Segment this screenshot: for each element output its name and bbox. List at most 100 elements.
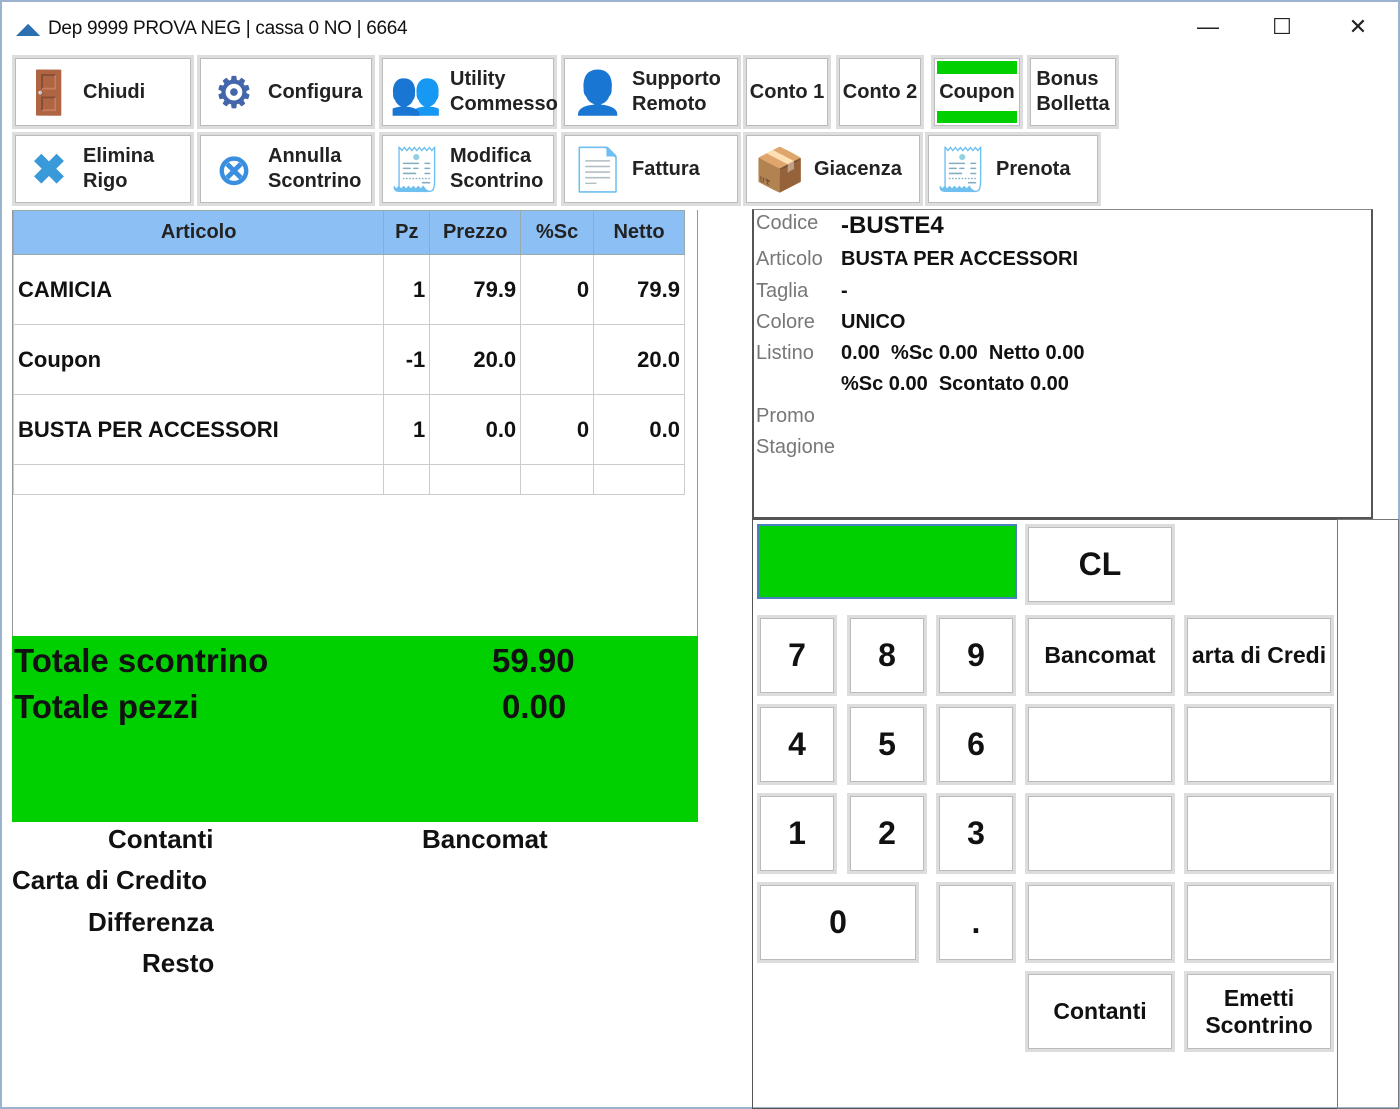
cell-sc bbox=[520, 464, 595, 495]
chiudi-button[interactable]: 🚪 Chiudi bbox=[12, 55, 194, 129]
supporto-label: Supporto Remoto bbox=[632, 68, 721, 115]
articolo-label: Articolo bbox=[756, 248, 823, 270]
cell-netto: 20.0 bbox=[593, 324, 685, 395]
key-k4[interactable]: 4 bbox=[757, 704, 837, 785]
promo-label: Promo bbox=[756, 405, 815, 427]
cancel-circle-icon: ⊗ bbox=[216, 145, 252, 193]
colore-label: Colore bbox=[756, 311, 815, 333]
maximize-button[interactable]: ☐ bbox=[1262, 14, 1302, 40]
col-sc[interactable]: %Sc bbox=[520, 210, 595, 255]
close-button[interactable]: ✕ bbox=[1338, 14, 1378, 40]
coupon-label: Coupon bbox=[939, 80, 1015, 103]
key-k0[interactable]: 0 bbox=[757, 882, 919, 963]
prenota-button[interactable]: 🧾 Prenota bbox=[925, 132, 1101, 206]
key-k3[interactable]: 3 bbox=[936, 793, 1016, 874]
table-row[interactable]: BUSTA PER ACCESSORI 1 0.0 0 0.0 bbox=[12, 394, 685, 465]
key-emetti[interactable]: Emetti Scontrino bbox=[1184, 971, 1334, 1052]
taglia-label: Taglia bbox=[756, 280, 809, 302]
totale-scontrino-label: Totale scontrino bbox=[14, 642, 269, 679]
key-k9[interactable]: 9 bbox=[936, 615, 1016, 696]
app-window: ◢◣ Dep 9999 PROVA NEG | cassa 0 NO | 666… bbox=[0, 0, 1400, 1109]
contanti-label: Contanti bbox=[108, 824, 214, 854]
modifica-button[interactable]: 🧾 Modifica Scontrino bbox=[379, 132, 557, 206]
bonus-button[interactable]: Bonus Bolletta bbox=[1027, 55, 1119, 129]
cell-prezzo bbox=[429, 464, 522, 495]
conto1-label: Conto 1 bbox=[749, 80, 825, 103]
coupon-indicator-bottom bbox=[937, 110, 1017, 123]
key-k2[interactable]: 2 bbox=[847, 793, 927, 874]
col-articolo[interactable]: Articolo bbox=[12, 210, 385, 255]
fattura-label: Fattura bbox=[632, 157, 700, 180]
receipt-icon: 🧾 bbox=[935, 145, 989, 193]
key-dot[interactable]: . bbox=[936, 882, 1016, 963]
conto2-label: Conto 2 bbox=[842, 80, 918, 103]
utility-button[interactable]: 👥 Utility Commesso bbox=[379, 55, 558, 129]
cell-sc bbox=[520, 324, 595, 395]
key-carta[interactable]: arta di Credi bbox=[1184, 615, 1334, 696]
bancomat-label: Bancomat bbox=[422, 824, 548, 854]
giacenza-label: Giacenza bbox=[814, 157, 902, 180]
gear-icon: ⚙ bbox=[215, 68, 253, 116]
articolo-value: BUSTA PER ACCESSORI bbox=[841, 248, 1079, 270]
key-k1[interactable]: 1 bbox=[757, 793, 837, 874]
giacenza-button[interactable]: 📦 Giacenza bbox=[743, 132, 923, 206]
cell-sc: 0 bbox=[520, 394, 595, 465]
support-agent-icon: 👤 bbox=[571, 68, 625, 116]
blank-key[interactable] bbox=[1184, 882, 1334, 963]
totale-scontrino-value: 59.90 bbox=[492, 642, 575, 679]
totale-pezzi-label: Totale pezzi bbox=[14, 688, 199, 725]
clear-button[interactable]: CL bbox=[1025, 524, 1175, 605]
col-netto[interactable]: Netto bbox=[593, 210, 685, 255]
window-title: Dep 9999 PROVA NEG | cassa 0 NO | 6664 bbox=[48, 18, 408, 39]
key-k8[interactable]: 8 bbox=[847, 615, 927, 696]
modifica-label: Modifica Scontrino bbox=[450, 145, 544, 192]
key-k7[interactable]: 7 bbox=[757, 615, 837, 696]
side-panel bbox=[1337, 519, 1399, 1109]
utility-label: Utility Commesso bbox=[450, 68, 558, 115]
configura-button[interactable]: ⚙ Configura bbox=[197, 55, 375, 129]
annulla-label: Annulla Scontrino bbox=[268, 145, 362, 192]
exit-door-icon: 🚪 bbox=[22, 68, 76, 116]
coupon-button[interactable]: Coupon bbox=[931, 55, 1023, 129]
fattura-button[interactable]: 📄 Fattura bbox=[561, 132, 741, 206]
cell-pz: -1 bbox=[383, 324, 431, 395]
cell-netto: 79.9 bbox=[593, 254, 685, 325]
amount-input[interactable] bbox=[757, 524, 1017, 599]
conto1-button[interactable]: Conto 1 bbox=[743, 55, 831, 129]
conto2-button[interactable]: Conto 2 bbox=[836, 55, 924, 129]
cell-prezzo: 0.0 bbox=[429, 394, 522, 465]
key-k5[interactable]: 5 bbox=[847, 704, 927, 785]
codice-label: Codice bbox=[756, 212, 819, 234]
blank-key[interactable] bbox=[1184, 704, 1334, 785]
cell-sc: 0 bbox=[520, 254, 595, 325]
minimize-button[interactable]: — bbox=[1188, 14, 1228, 40]
cell-pz: 1 bbox=[383, 254, 431, 325]
col-prezzo[interactable]: Prezzo bbox=[429, 210, 522, 255]
key-contanti[interactable]: Contanti bbox=[1025, 971, 1175, 1052]
cell-pz bbox=[383, 464, 431, 495]
annulla-button[interactable]: ⊗ Annulla Scontrino bbox=[197, 132, 375, 206]
supporto-button[interactable]: 👤 Supporto Remoto bbox=[561, 55, 741, 129]
blank-key[interactable] bbox=[1025, 882, 1175, 963]
blank-key[interactable] bbox=[1184, 793, 1334, 874]
table-row[interactable]: Coupon -1 20.0 20.0 bbox=[12, 324, 685, 395]
elimina-button[interactable]: ✖ Elimina Rigo bbox=[12, 132, 194, 206]
colore-value: UNICO bbox=[841, 311, 906, 333]
blank-key[interactable] bbox=[1025, 793, 1175, 874]
listino-value: 0.00 %Sc 0.00 Netto 0.00 bbox=[841, 342, 1085, 364]
table-row[interactable]: CAMICIA 1 79.9 0 79.9 bbox=[12, 254, 685, 325]
cell-prezzo: 79.9 bbox=[429, 254, 522, 325]
table-row[interactable] bbox=[12, 464, 685, 495]
article-info-panel: Codice -BUSTE4 Articolo BUSTA PER ACCESSOR… bbox=[752, 209, 1373, 519]
col-pz[interactable]: Pz bbox=[383, 210, 431, 255]
differenza-label: Differenza bbox=[88, 907, 214, 937]
blank-key[interactable] bbox=[1025, 704, 1175, 785]
stagione-label: Stagione bbox=[756, 436, 835, 458]
key-k6[interactable]: 6 bbox=[936, 704, 1016, 785]
items-grid: Articolo Pz Prezzo %Sc Netto CAMICIA 1 79.… bbox=[12, 210, 698, 637]
box-icon: 📦 bbox=[753, 145, 807, 193]
cell-articolo: CAMICIA bbox=[12, 254, 385, 325]
coupon-indicator-top bbox=[937, 61, 1017, 74]
key-bancomat[interactable]: Bancomat bbox=[1025, 615, 1175, 696]
title-bar: ◢◣ Dep 9999 PROVA NEG | cassa 0 NO | 666… bbox=[16, 18, 408, 40]
